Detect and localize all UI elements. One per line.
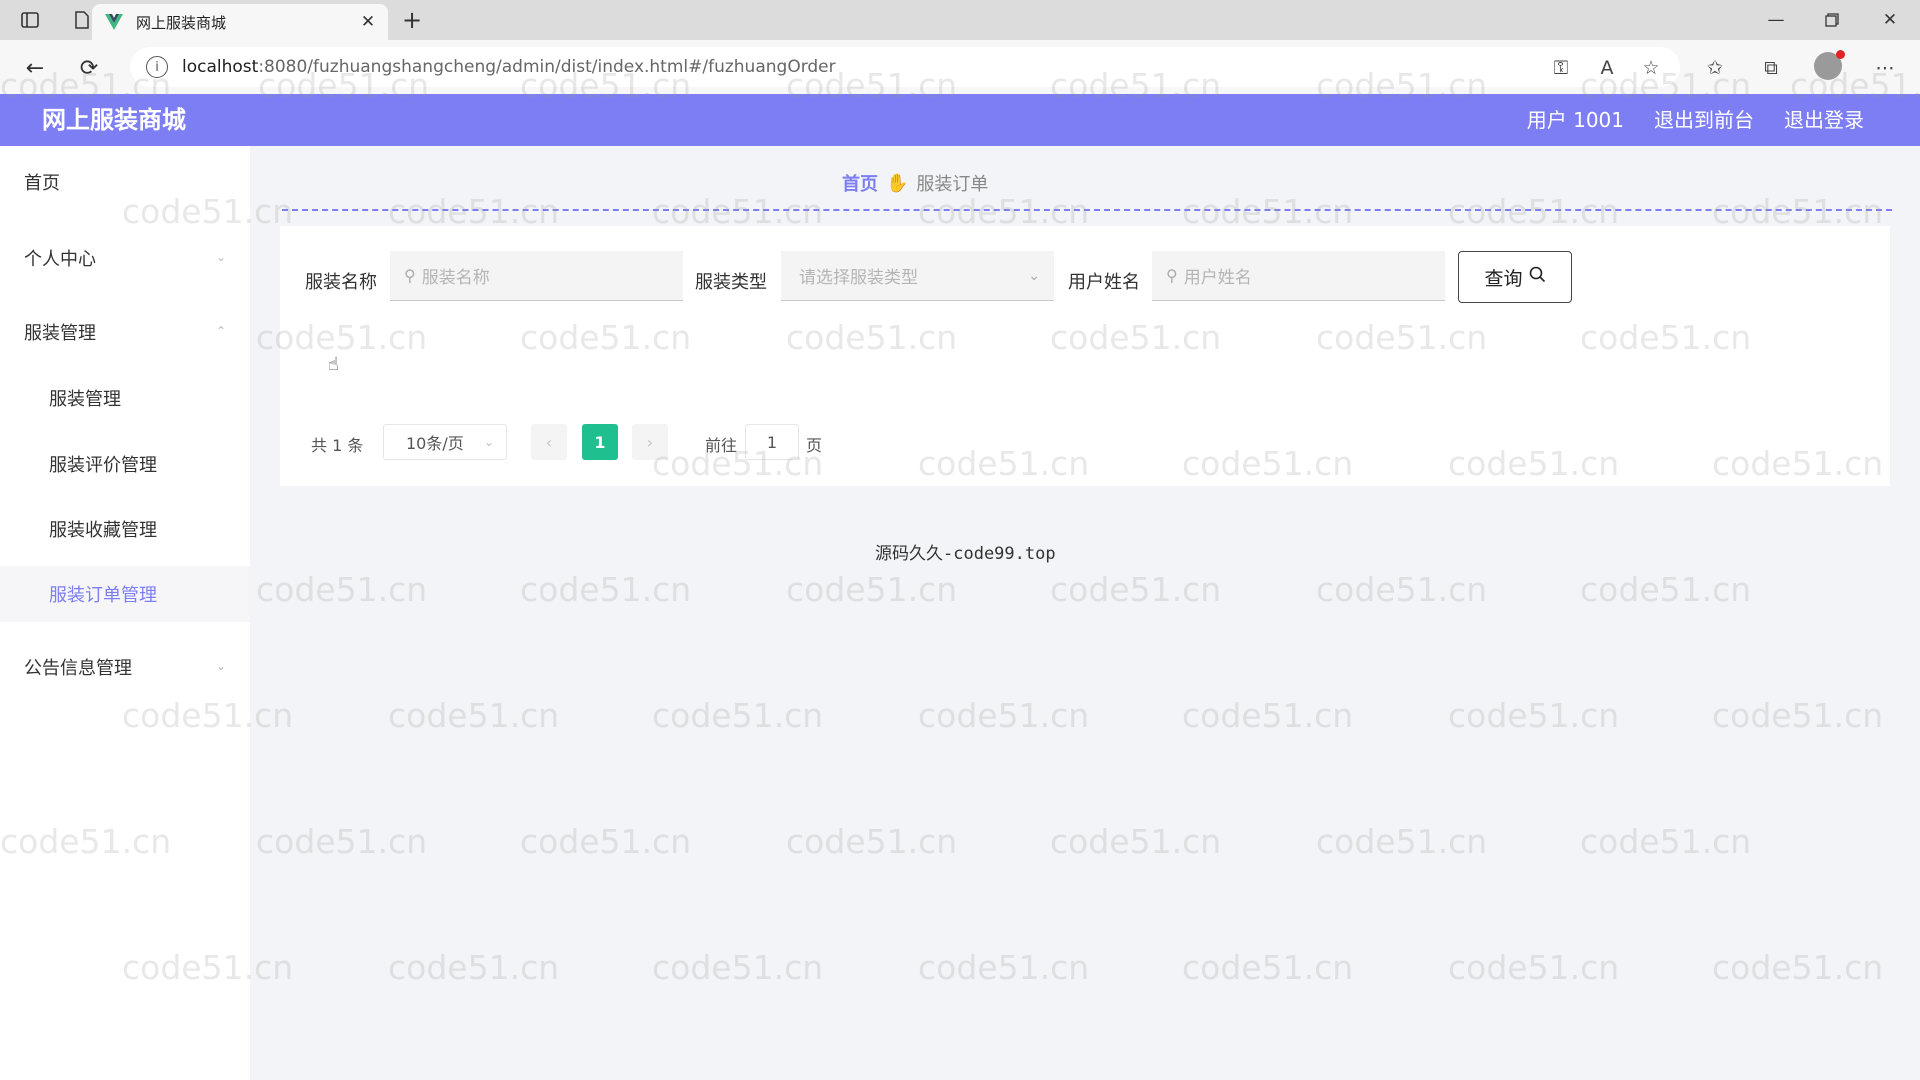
watermark: code51.cn [1712, 696, 1884, 735]
page-size-select[interactable]: 10条/页 ⌄ [383, 424, 507, 460]
watermark: code51.cn [256, 822, 428, 861]
current-user: 用户 1001 [1526, 108, 1624, 132]
tab-title: 网上服装商城 [136, 13, 227, 32]
sidebar-item-orders[interactable]: 服装订单管理 [0, 566, 250, 622]
search-icon: ⚲ [404, 266, 416, 285]
watermark: code51.cn [786, 822, 958, 861]
sidebar: 首页 个人中心 ⌄ 服装管理 ⌃ 服装管理 服装评价管理 服装收藏管理 服装订单… [0, 146, 250, 1080]
sidebar-item-clothing[interactable]: 服装管理 [0, 370, 250, 426]
sidebar-item-notices[interactable]: 公告信息管理 ⌄ [0, 639, 250, 695]
watermark: code51.cn [652, 696, 824, 735]
vue-favicon-icon [104, 12, 124, 32]
watermark: code51.cn [520, 822, 692, 861]
divider [282, 209, 1892, 211]
hand-icon: ✋ [886, 172, 909, 194]
exit-to-front-link[interactable]: 退出到前台 [1654, 94, 1754, 146]
watermark: code51.cn [1448, 696, 1620, 735]
watermark: code51.cn [1448, 948, 1620, 987]
tab-actions-icon[interactable] [16, 6, 44, 34]
name-label: 服装名称 [305, 272, 377, 293]
add-favorite-icon[interactable]: ☆ [1636, 53, 1666, 83]
query-button[interactable]: 查询 [1458, 251, 1572, 303]
watermark: code51.cn [1316, 570, 1488, 609]
watermark: code51.cn [918, 696, 1090, 735]
breadcrumb: 首页 ✋ 服装订单 [842, 170, 988, 196]
read-aloud-icon[interactable]: A [1592, 53, 1622, 83]
logout-link[interactable]: 退出登录 [1784, 94, 1864, 146]
chevron-down-icon: ⌄ [483, 435, 494, 449]
site-info-icon[interactable]: i [146, 56, 168, 78]
watermark: code51.cn [1182, 696, 1354, 735]
favorites-icon[interactable]: ✩ [1700, 53, 1730, 83]
back-icon[interactable]: ← [20, 53, 50, 83]
reload-icon[interactable]: ⟳ [74, 53, 104, 83]
prev-page-button[interactable]: ‹ [531, 424, 567, 460]
pagination-total: 共 1 条 [311, 436, 364, 455]
watermark: code51.cn [1050, 822, 1222, 861]
chevron-up-icon: ⌃ [215, 324, 226, 338]
watermark: code51.cn [520, 570, 692, 609]
page-unit-label: 页 [806, 436, 823, 455]
minimize-icon[interactable]: — [1756, 6, 1796, 34]
sidebar-item-favorites[interactable]: 服装收藏管理 [0, 501, 250, 557]
goto-label: 前往 [705, 436, 738, 455]
watermark: code51.cn [388, 696, 560, 735]
breadcrumb-current: 服装订单 [916, 174, 989, 195]
more-menu-icon[interactable]: ⋯ [1870, 53, 1900, 83]
watermark: code51.cn [1316, 822, 1488, 861]
brand-title: 网上服装商城 [42, 106, 186, 134]
url-text: localhost:8080/fuzhuangshangcheng/admin/… [182, 57, 836, 77]
watermark: code51.cn [1712, 948, 1884, 987]
watermark: code51.cn [918, 948, 1090, 987]
watermark: code51.cn [652, 948, 824, 987]
address-bar: ← ⟳ i localhost:8080/fuzhuangshangcheng/… [0, 40, 1920, 95]
restore-icon[interactable] [1812, 6, 1852, 34]
pointer-cursor-icon: ☝ [328, 354, 339, 375]
type-label: 服装类型 [695, 272, 767, 293]
watermark: code51.cn [786, 570, 958, 609]
watermark: code51.cn [256, 570, 428, 609]
watermark: code51.cn [1050, 570, 1222, 609]
new-tab-icon[interactable]: + [398, 6, 426, 34]
url-field[interactable]: i localhost:8080/fuzhuangshangcheng/admi… [130, 47, 1680, 87]
footer-text: 源码久久-code99.top [875, 544, 1056, 564]
watermark: code51.cn [388, 948, 560, 987]
key-icon[interactable]: ⚿ [1546, 53, 1576, 83]
page-number-button[interactable]: 1 [582, 424, 618, 460]
user-label: 用户姓名 [1068, 272, 1140, 293]
clothing-type-select[interactable]: 请选择服装类型 ⌄ [781, 251, 1054, 301]
search-icon [1529, 266, 1546, 288]
clothing-name-input[interactable]: ⚲ 服装名称 [390, 251, 683, 301]
profile-avatar[interactable] [1814, 50, 1845, 80]
tab-close-icon[interactable]: ✕ [354, 8, 382, 36]
sidebar-item-clothing-group[interactable]: 服装管理 ⌃ [0, 304, 250, 360]
collections-icon[interactable]: ⧉ [1756, 53, 1786, 83]
browser-tab-bar: 网上服装商城 ✕ + — ✕ [0, 0, 1920, 40]
browser-tab-active[interactable]: 网上服装商城 ✕ [92, 4, 388, 40]
user-name-input[interactable]: ⚲ 用户姓名 [1152, 251, 1445, 301]
watermark: code51.cn [1580, 570, 1752, 609]
sidebar-item-profile[interactable]: 个人中心 ⌄ [0, 230, 250, 286]
sidebar-item-reviews[interactable]: 服装评价管理 [0, 436, 250, 492]
search-icon: ⚲ [1166, 266, 1178, 285]
goto-page-input[interactable]: 1 [745, 424, 799, 460]
next-page-button[interactable]: › [632, 424, 668, 460]
app-header: 网上服装商城 用户 1001 退出到前台 退出登录 [0, 94, 1920, 146]
watermark: code51.cn [1182, 948, 1354, 987]
chevron-down-icon: ⌄ [1028, 267, 1040, 284]
chevron-down-icon: ⌄ [215, 250, 226, 264]
window-close-icon[interactable]: ✕ [1870, 6, 1910, 34]
watermark: code51.cn [1580, 822, 1752, 861]
sidebar-item-home[interactable]: 首页 [0, 154, 250, 210]
breadcrumb-home[interactable]: 首页 [842, 170, 878, 196]
chevron-down-icon: ⌄ [215, 659, 226, 673]
